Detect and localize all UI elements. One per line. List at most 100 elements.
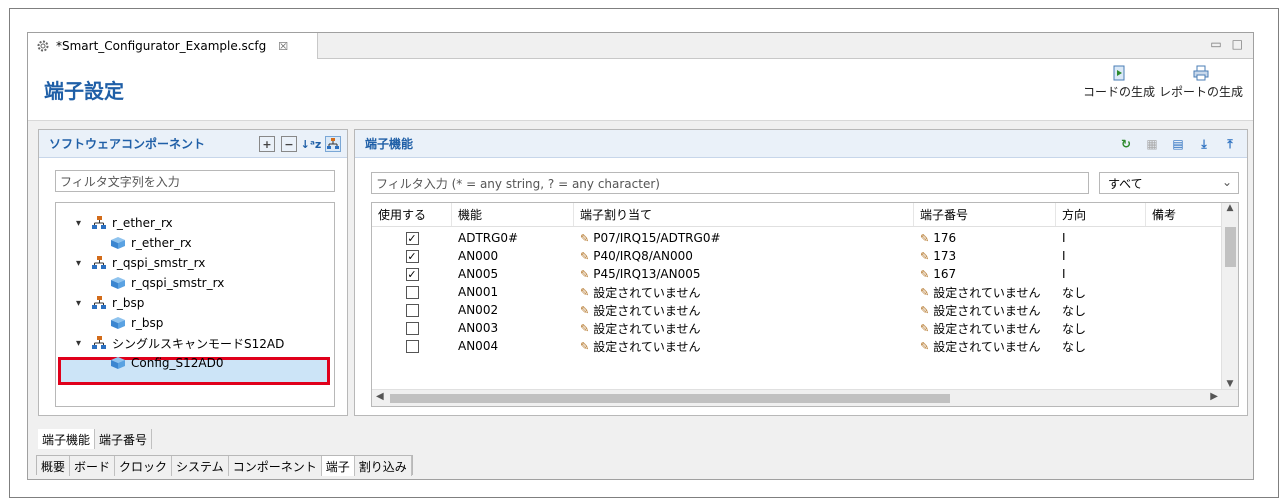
horizontal-scrollbar[interactable]: ◀ ▶ [372, 389, 1238, 406]
expand-chevron-icon[interactable]: ▾ [76, 258, 86, 269]
edit-pencil-icon[interactable]: ✎ [920, 304, 929, 317]
close-icon[interactable]: ☒ [278, 40, 288, 53]
expand-chevron-icon[interactable]: ▾ [76, 338, 86, 349]
direction-cell: なし [1056, 283, 1146, 301]
edit-pencil-icon[interactable]: ✎ [580, 286, 589, 299]
edit-pencil-icon[interactable]: ✎ [920, 250, 929, 263]
page-tab[interactable]: 概要 [37, 456, 71, 476]
note-cell [1146, 247, 1222, 265]
sort-icon[interactable]: ↓ᵃz [301, 136, 322, 152]
expand-chevron-icon[interactable]: ▾ [76, 218, 86, 229]
table-row[interactable]: AN004 ✎ 設定されていません ✎ 設定されていません なし [372, 337, 1222, 355]
function-cell-text: AN004 [458, 339, 499, 353]
refresh-icon[interactable]: ↻ [1117, 136, 1135, 152]
table-row[interactable]: AN003 ✎ 設定されていません ✎ 設定されていません なし [372, 319, 1222, 337]
tab-pin-function[interactable]: 端子機能 [38, 429, 96, 449]
component-group-icon [92, 256, 106, 269]
tree-group-item[interactable]: ▾ r_bsp [76, 293, 144, 313]
tab-pin-number[interactable]: 端子番号 [95, 429, 153, 449]
table-row[interactable]: AN001 ✎ 設定されていません ✎ 設定されていません なし [372, 283, 1222, 301]
function-cell: AN003 [452, 319, 574, 337]
pin-filter-input[interactable]: フィルタ入力 (* = any string, ? = any characte… [371, 172, 1089, 194]
tree-leaf-item[interactable]: r_bsp [110, 313, 163, 333]
direction-cell: I [1056, 247, 1146, 265]
page-tab[interactable]: クロック [115, 456, 173, 476]
use-checkbox[interactable]: ✓ [405, 231, 419, 245]
col-use[interactable]: 使用する [372, 203, 452, 226]
component-filter-input[interactable]: フィルタ文字列を入力 [55, 170, 335, 192]
horizontal-scroll-thumb[interactable] [390, 394, 950, 403]
note-cell [1146, 265, 1222, 283]
edit-pencil-icon[interactable]: ✎ [580, 322, 589, 335]
use-checkbox[interactable]: ✓ [405, 249, 419, 263]
hierarchy-view-icon[interactable] [325, 136, 341, 152]
filter-scope-select[interactable]: すべて ⌄ [1099, 172, 1239, 194]
pin-number-cell: ✎ 設定されていません [914, 283, 1056, 301]
pin-number-cell-text: 173 [933, 249, 957, 263]
page-tab[interactable]: コンポーネント [228, 456, 322, 476]
use-checkbox[interactable]: ✓ [405, 267, 419, 281]
tree-leaf-item[interactable]: r_qspi_smstr_rx [110, 273, 224, 293]
col-assign[interactable]: 端子割り当て [574, 203, 914, 226]
direction-cell-text: I [1062, 267, 1066, 281]
import-icon[interactable]: ⤓ [1195, 136, 1213, 152]
tree-group-item[interactable]: ▾ r_qspi_smstr_rx [76, 253, 205, 273]
use-cell: ✓ [372, 229, 452, 247]
maximize-button[interactable]: □ [1232, 37, 1243, 51]
editor-window: *Smart_Configurator_Example.scfg ☒ ▭ □ 端… [27, 32, 1254, 480]
use-checkbox[interactable] [405, 339, 419, 353]
scroll-down-icon[interactable]: ▼ [1222, 379, 1238, 389]
edit-pencil-icon[interactable]: ✎ [580, 250, 589, 263]
edit-pencil-icon[interactable]: ✎ [580, 268, 589, 281]
minimize-button[interactable]: ▭ [1210, 37, 1221, 51]
table-row[interactable]: ✓ ADTRG0# ✎ P07/IRQ15/ADTRG0# ✎ 176 I [372, 229, 1222, 247]
function-cell-text: AN001 [458, 285, 499, 299]
edit-pencil-icon[interactable]: ✎ [580, 304, 589, 317]
expand-chevron-icon[interactable]: ▾ [76, 298, 86, 309]
generate-report-button[interactable]: レポートの生成 [1159, 65, 1243, 100]
edit-pencil-icon[interactable]: ✎ [580, 232, 589, 245]
tree-leaf-item[interactable]: Config_S12AD0 [110, 353, 223, 373]
page-tab[interactable]: ボード [70, 456, 116, 476]
edit-pencil-icon[interactable]: ✎ [920, 340, 929, 353]
vertical-scrollbar[interactable]: ▲ ▼ [1221, 203, 1238, 389]
function-cell-text: AN002 [458, 303, 499, 317]
scroll-up-icon[interactable]: ▲ [1222, 203, 1238, 213]
use-checkbox[interactable] [405, 321, 419, 335]
page-tab[interactable]: 割り込み [354, 456, 412, 476]
edit-pencil-icon[interactable]: ✎ [920, 232, 929, 245]
edit-pencil-icon[interactable]: ✎ [580, 340, 589, 353]
tree-group-item[interactable]: ▾ シングルスキャンモードS12AD [76, 333, 284, 353]
tree-group-item[interactable]: ▾ r_ether_rx [76, 213, 173, 233]
page-tab[interactable]: システム [172, 456, 229, 476]
table-row[interactable]: AN002 ✎ 設定されていません ✎ 設定されていません なし [372, 301, 1222, 319]
editor-tab-title: *Smart_Configurator_Example.scfg [56, 39, 267, 53]
use-checkbox[interactable] [405, 285, 419, 299]
edit-pencil-icon[interactable]: ✎ [920, 286, 929, 299]
table-row[interactable]: ✓ AN005 ✎ P45/IRQ13/AN005 ✎ 167 I [372, 265, 1222, 283]
table-header: 使用する 機能 端子割り当て 端子番号 方向 備考 [372, 203, 1222, 227]
scroll-right-icon[interactable]: ▶ [1210, 391, 1218, 402]
scroll-left-icon[interactable]: ◀ [376, 391, 384, 402]
tree-item-label: r_qspi_smstr_rx [112, 256, 206, 270]
gear-icon [37, 40, 49, 52]
table-row[interactable]: ✓ AN000 ✎ P40/IRQ8/AN000 ✎ 173 I [372, 247, 1222, 265]
col-direction[interactable]: 方向 [1056, 203, 1146, 226]
export-icon[interactable]: ⤒ [1221, 136, 1239, 152]
col-function[interactable]: 機能 [452, 203, 574, 226]
use-checkbox[interactable] [405, 303, 419, 317]
editor-tab[interactable]: *Smart_Configurator_Example.scfg ☒ [28, 33, 318, 59]
vertical-scroll-thumb[interactable] [1225, 227, 1236, 267]
col-pin-number[interactable]: 端子番号 [914, 203, 1056, 226]
pin-number-cell-text: 設定されていません [933, 285, 1041, 300]
collapse-all-icon[interactable]: − [281, 136, 297, 152]
page-tab[interactable]: 端子 [321, 456, 355, 476]
function-cell: AN005 [452, 265, 574, 283]
chip-view-icon[interactable]: ▤ [1169, 136, 1187, 152]
tree-leaf-item[interactable]: r_ether_rx [110, 233, 192, 253]
generate-code-button[interactable]: コードの生成 [1083, 65, 1155, 100]
col-note[interactable]: 備考 [1146, 203, 1222, 226]
expand-all-icon[interactable]: + [259, 136, 275, 152]
edit-pencil-icon[interactable]: ✎ [920, 268, 929, 281]
edit-pencil-icon[interactable]: ✎ [920, 322, 929, 335]
